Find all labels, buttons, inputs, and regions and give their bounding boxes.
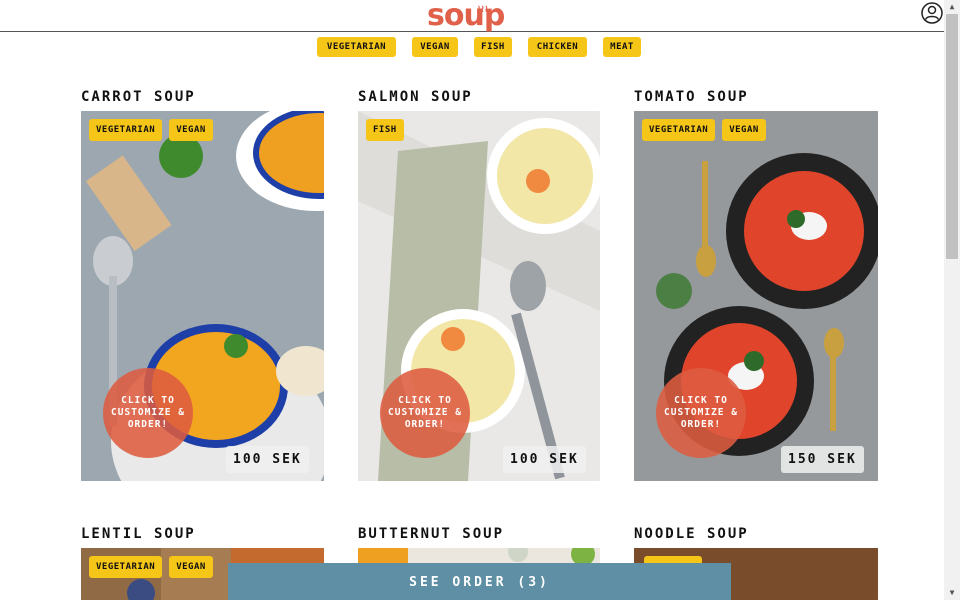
card-title: TOMATO SOUP <box>634 89 749 105</box>
price-label: 150 SEK <box>781 446 864 473</box>
filter-fish[interactable]: FISH <box>474 37 512 57</box>
scroll-down-arrow-icon[interactable]: ▼ <box>944 586 960 600</box>
user-account-icon[interactable] <box>921 2 943 24</box>
scrollbar[interactable]: ▲ ▼ <box>944 0 960 600</box>
tag-vegan: VEGAN <box>169 119 213 141</box>
filter-meat[interactable]: MEAT <box>603 37 641 57</box>
tag-list: FISH <box>366 119 404 141</box>
filter-vegan[interactable]: VEGAN <box>412 37 458 57</box>
header: soup ≀≀≀ <box>0 0 944 32</box>
scroll-up-arrow-icon[interactable]: ▲ <box>944 0 960 14</box>
customize-order-button[interactable]: CLICK TO CUSTOMIZE & ORDER! <box>656 368 746 458</box>
filter-chicken[interactable]: CHICKEN <box>528 37 587 57</box>
card-title: CARROT SOUP <box>81 89 196 105</box>
tag-list: VEGETARIAN VEGAN <box>89 119 213 141</box>
tag-vegan: VEGAN <box>169 556 213 578</box>
logo-text: soup <box>427 0 505 33</box>
tag-vegetarian: VEGETARIAN <box>89 556 163 578</box>
soup-card-image[interactable]: FISH CLICK TO CUSTOMIZE & ORDER! 100 SEK <box>358 111 600 481</box>
scroll-thumb[interactable] <box>946 14 958 259</box>
tag-vegetarian: VEGETARIAN <box>642 119 716 141</box>
soup-card-image[interactable]: VEGETARIAN VEGAN CLICK TO CUSTOMIZE & OR… <box>81 111 324 481</box>
card-title: NOODLE SOUP <box>634 526 749 542</box>
logo[interactable]: soup ≀≀≀ <box>427 0 505 33</box>
card-title: LENTIL SOUP <box>81 526 196 542</box>
customize-order-button[interactable]: CLICK TO CUSTOMIZE & ORDER! <box>103 368 193 458</box>
customize-order-button[interactable]: CLICK TO CUSTOMIZE & ORDER! <box>380 368 470 458</box>
card-title: BUTTERNUT SOUP <box>358 526 505 542</box>
tag-fish: FISH <box>366 119 404 141</box>
tag-list: VEGETARIAN VEGAN <box>89 556 213 578</box>
price-label: 100 SEK <box>503 446 586 473</box>
tag-vegan: VEGAN <box>722 119 766 141</box>
steam-icon: ≀≀≀ <box>477 4 489 15</box>
price-label: 100 SEK <box>226 446 309 473</box>
tag-vegetarian: VEGETARIAN <box>89 119 163 141</box>
tag-list: VEGETARIAN VEGAN <box>642 119 766 141</box>
soup-card-image[interactable]: VEGETARIAN VEGAN CLICK TO CUSTOMIZE & OR… <box>634 111 878 481</box>
filter-bar: VEGETARIAN VEGAN FISH CHICKEN MEAT <box>0 37 944 59</box>
filter-vegetarian[interactable]: VEGETARIAN <box>317 37 396 57</box>
card-title: SALMON SOUP <box>358 89 473 105</box>
see-order-button[interactable]: SEE ORDER (3) <box>228 563 731 600</box>
